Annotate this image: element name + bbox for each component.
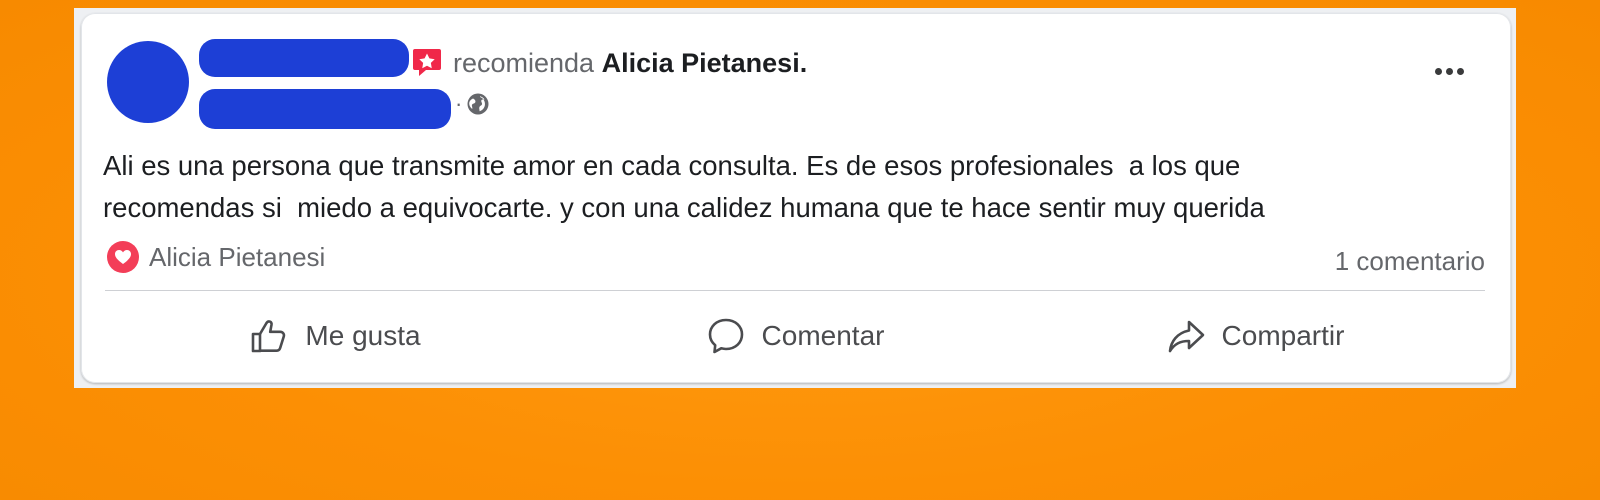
reactor-name: Alicia Pietanesi [149,241,326,272]
more-options-icon [1456,67,1464,75]
globe-icon[interactable] [466,92,490,116]
post-actions: Me gusta Comentar Compartir [105,305,1485,367]
avatar-redacted[interactable] [107,41,189,123]
post-card: recomienda Alicia Pietanesi. · Ali es un… [81,13,1511,383]
meta-separator: · [455,91,463,116]
post-text-line: Ali es una persona que transmite amor en… [103,150,1241,181]
comment-bubble-icon [708,318,743,354]
page-name-link[interactable]: Alicia Pietanesi. [602,48,808,78]
post-header: recomienda Alicia Pietanesi. [453,47,807,79]
comment-button[interactable]: Comentar [565,305,1025,367]
share-button[interactable]: Compartir [1025,305,1485,367]
share-arrow-icon [1168,320,1204,353]
recommend-star-icon [413,49,441,76]
love-reaction-icon [107,241,139,273]
share-label: Compartir [1221,320,1345,351]
thumbs-up-icon [252,320,286,353]
comments-count-link[interactable]: 1 comentario [1335,241,1485,281]
reactions-summary[interactable]: Alicia Pietanesi [107,241,325,273]
post-date-redacted[interactable] [199,89,451,129]
author-name-redacted[interactable] [199,39,409,77]
post-body: Ali es una persona que transmite amor en… [103,145,1463,229]
heart-icon [115,250,131,264]
more-options-icon [1434,67,1442,75]
comment-label: Comentar [761,320,885,351]
like-button[interactable]: Me gusta [105,305,565,367]
divider [105,290,1485,291]
action-verb: recomienda [453,48,595,78]
post-stats: Alicia Pietanesi 1 comentario [107,241,1485,281]
more-options-button[interactable] [1427,59,1471,83]
like-label: Me gusta [305,320,421,351]
more-options-icon [1445,67,1453,75]
post-meta: · [455,91,490,116]
post-text-line: recomendas si miedo a equivocarte. y con… [103,192,1265,223]
